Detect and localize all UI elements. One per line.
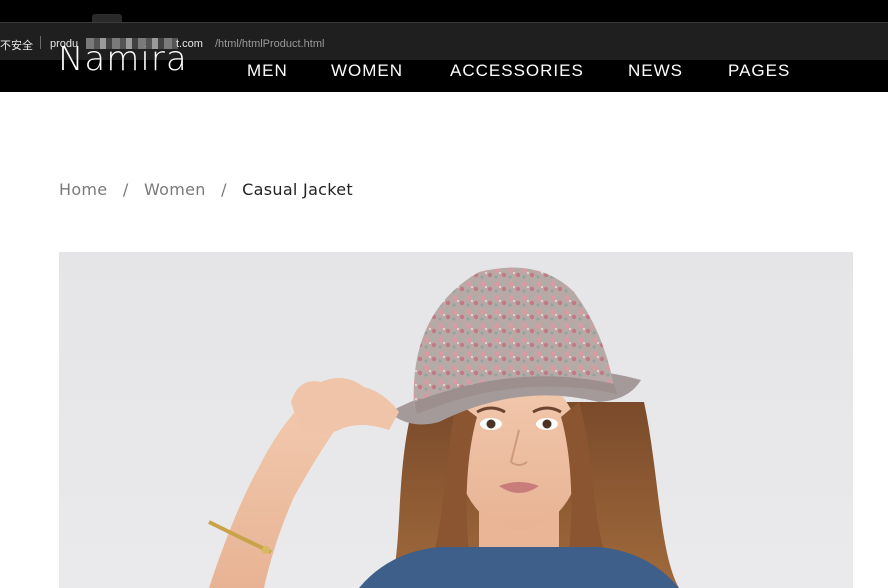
breadcrumb-women[interactable]: Women (144, 180, 206, 199)
breadcrumb-separator: / (221, 180, 227, 199)
nav-women[interactable]: WOMEN (331, 60, 403, 82)
breadcrumb-current: Casual Jacket (242, 180, 353, 199)
breadcrumb-home[interactable]: Home (59, 180, 107, 199)
hand-shape (291, 378, 399, 435)
nav-pages[interactable]: PAGES (728, 60, 790, 82)
breadcrumb-separator: / (122, 180, 129, 199)
nav-accessories[interactable]: ACCESSORIES (450, 60, 584, 82)
product-image[interactable] (59, 252, 853, 588)
breadcrumb: Home / Women / Casual Jacket (59, 180, 353, 199)
url-path[interactable]: /html/htmlProduct.html (215, 38, 324, 50)
browser-tab-strip (0, 0, 888, 22)
nav-men[interactable]: MEN (247, 60, 288, 82)
site-header: Namira MEN WOMEN ACCESSORIES NEWS PAGES (0, 46, 888, 92)
browser-tab[interactable] (92, 14, 122, 22)
nav-news[interactable]: NEWS (628, 60, 683, 82)
product-photo-illustration (208, 267, 679, 588)
brand-logo[interactable]: Namira (58, 46, 188, 72)
security-indicator[interactable]: 不安全 (0, 37, 33, 53)
address-divider (40, 36, 41, 49)
